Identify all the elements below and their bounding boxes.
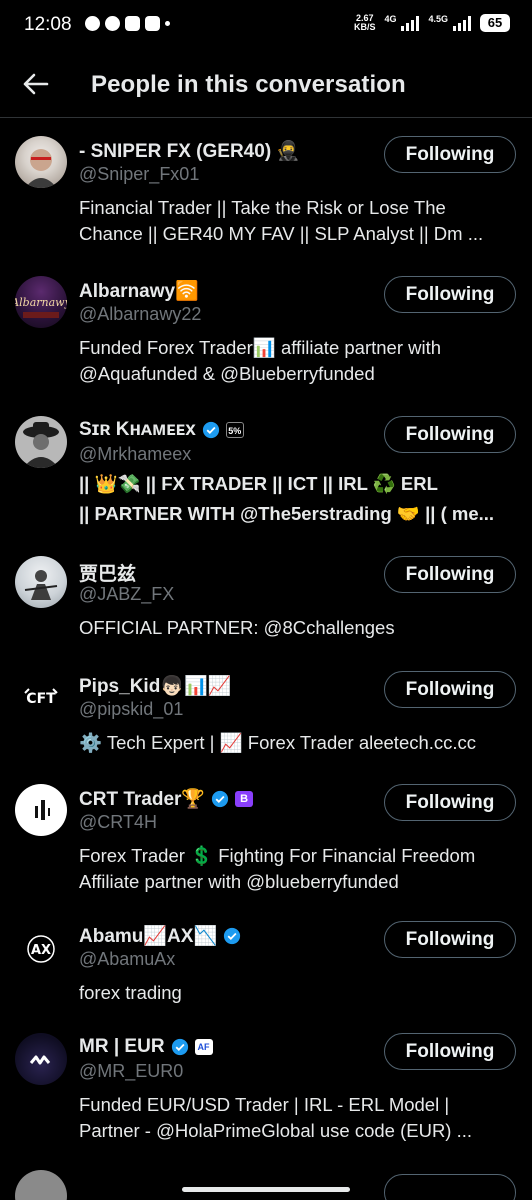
user-name[interactable]: Pips_Kid👦🏻📊📈	[79, 674, 231, 698]
more-notifications-dot-icon	[165, 21, 170, 26]
user-bio: Funded Forex Trader📊 affiliate partner w…	[79, 337, 442, 384]
signal-icon	[401, 15, 420, 31]
instagram-icon	[145, 16, 160, 31]
affiliate-badge-icon: 5%	[225, 422, 244, 438]
network-type-1: 4G	[384, 14, 397, 24]
following-button[interactable]: Following	[384, 556, 516, 593]
following-button[interactable]: Following	[384, 136, 516, 173]
user-handle[interactable]: @AbamuAx	[79, 949, 175, 970]
following-button[interactable]: Following	[384, 784, 516, 821]
user-bio: OFFICIAL PARTNER: @8Cchallenges	[79, 617, 395, 638]
people-list: - SNIPER FX (GER40) 🥷 @Sniper_Fx01 Follo…	[0, 119, 532, 1156]
user-name[interactable]: CRT Trader🏆 B	[79, 787, 254, 811]
svg-text:CFT: CFT	[26, 691, 56, 707]
list-item[interactable]: CFT Pips_Kid👦🏻📊📈 @pipskid_01 Following ⚙…	[0, 654, 532, 767]
user-bio: ⚙️ Tech Expert | 📈 Forex Trader aleetech…	[79, 732, 477, 753]
user-bio: Funded EUR/USD Trader | IRL - ERL Model …	[79, 1094, 473, 1141]
user-bio: forex trading	[79, 982, 182, 1003]
user-name[interactable]: Abamu📈AX📉	[79, 924, 241, 948]
user-name[interactable]: Sɪʀ Kʜᴀᴍᴇᴇx 5%	[79, 419, 244, 441]
avatar[interactable]	[15, 556, 67, 608]
whatsapp-icon	[105, 16, 120, 31]
status-bar: 12:08 2.67 KB/S 4G 4.5G 65	[0, 0, 532, 52]
svg-text:AX: AX	[31, 943, 51, 958]
status-time: 12:08	[24, 14, 72, 35]
user-handle[interactable]: @pipskid_01	[79, 699, 183, 720]
list-item[interactable]: CRT Trader🏆 B @CRT4H Following Forex Tra…	[0, 767, 532, 904]
user-bio: Financial Trader || Take the Risk or Los…	[79, 197, 484, 244]
status-right: 2.67 KB/S 4G 4.5G 65	[354, 14, 510, 32]
top-bar: People in this conversation	[0, 52, 532, 118]
user-handle[interactable]: @CRT4H	[79, 812, 157, 833]
verified-badge-icon	[211, 790, 229, 808]
affiliate-badge-icon: AF	[194, 1039, 213, 1055]
avatar[interactable]: Albarnawy	[15, 276, 67, 328]
following-button[interactable]: Following	[384, 921, 516, 958]
user-handle[interactable]: @Albarnawy22	[79, 304, 201, 325]
list-item[interactable]: Sɪʀ Kʜᴀᴍᴇᴇx 5% @Mrkhameex Following || 👑…	[0, 399, 532, 539]
verified-badge-icon	[202, 421, 219, 439]
back-arrow-icon	[23, 73, 49, 95]
list-item[interactable]: - SNIPER FX (GER40) 🥷 @Sniper_Fx01 Follo…	[0, 119, 532, 259]
battery-icon: 65	[480, 14, 510, 32]
snapchat-icon	[85, 16, 100, 31]
user-handle[interactable]: @MR_EUR0	[79, 1061, 183, 1082]
user-bio: || 👑💸 || FX TRADER || ICT || IRL ♻️ ERL …	[79, 473, 495, 524]
list-item[interactable]: Albarnawy Albarnawy🛜 @Albarnawy22 Follow…	[0, 259, 532, 399]
youtube-icon	[125, 16, 140, 31]
following-button[interactable]: Following	[384, 671, 516, 708]
user-bio: Forex Trader 💲 Fighting For Financial Fr…	[79, 845, 476, 892]
avatar[interactable]: CFT	[15, 671, 67, 723]
list-item-peek	[0, 1166, 532, 1200]
network-type-2: 4.5G	[428, 14, 448, 24]
signal-icon-2	[453, 15, 471, 31]
notification-icons	[85, 16, 170, 31]
user-handle[interactable]: @Sniper_Fx01	[79, 164, 199, 185]
list-item[interactable]: 贾巴兹 @JABZ_FX Following OFFICIAL PARTNER:…	[0, 539, 532, 654]
page-title: People in this conversation	[91, 71, 406, 98]
avatar	[15, 1170, 67, 1200]
following-button[interactable]: Following	[384, 276, 516, 313]
avatar[interactable]	[15, 784, 67, 836]
user-name[interactable]: MR | EUR AF	[79, 1036, 213, 1058]
verified-badge-icon	[171, 1038, 188, 1056]
affiliate-badge-icon: B	[235, 791, 254, 807]
avatar[interactable]	[15, 416, 67, 468]
avatar[interactable]	[15, 136, 67, 188]
user-name[interactable]: Albarnawy🛜	[79, 279, 199, 303]
back-button[interactable]	[18, 66, 54, 102]
network-speed: 2.67 KB/S	[353, 13, 376, 32]
user-name[interactable]: 贾巴兹	[79, 559, 136, 586]
home-indicator[interactable]	[182, 1187, 350, 1192]
user-handle[interactable]: @JABZ_FX	[79, 584, 174, 605]
following-button-peek	[384, 1174, 516, 1200]
user-name[interactable]: - SNIPER FX (GER40) 🥷	[79, 139, 300, 163]
avatar[interactable]: AX	[15, 921, 67, 973]
verified-badge-icon	[224, 927, 241, 945]
svg-text:Albarnawy: Albarnawy	[15, 296, 67, 309]
avatar[interactable]	[15, 1033, 67, 1085]
list-item[interactable]: MR | EUR AF @MR_EUR0 Following Funded EU…	[0, 1016, 532, 1156]
following-button[interactable]: Following	[384, 416, 516, 453]
user-handle[interactable]: @Mrkhameex	[79, 444, 191, 465]
list-item[interactable]: AX Abamu📈AX📉 @AbamuAx Following forex tr…	[0, 904, 532, 1016]
following-button[interactable]: Following	[384, 1033, 516, 1070]
